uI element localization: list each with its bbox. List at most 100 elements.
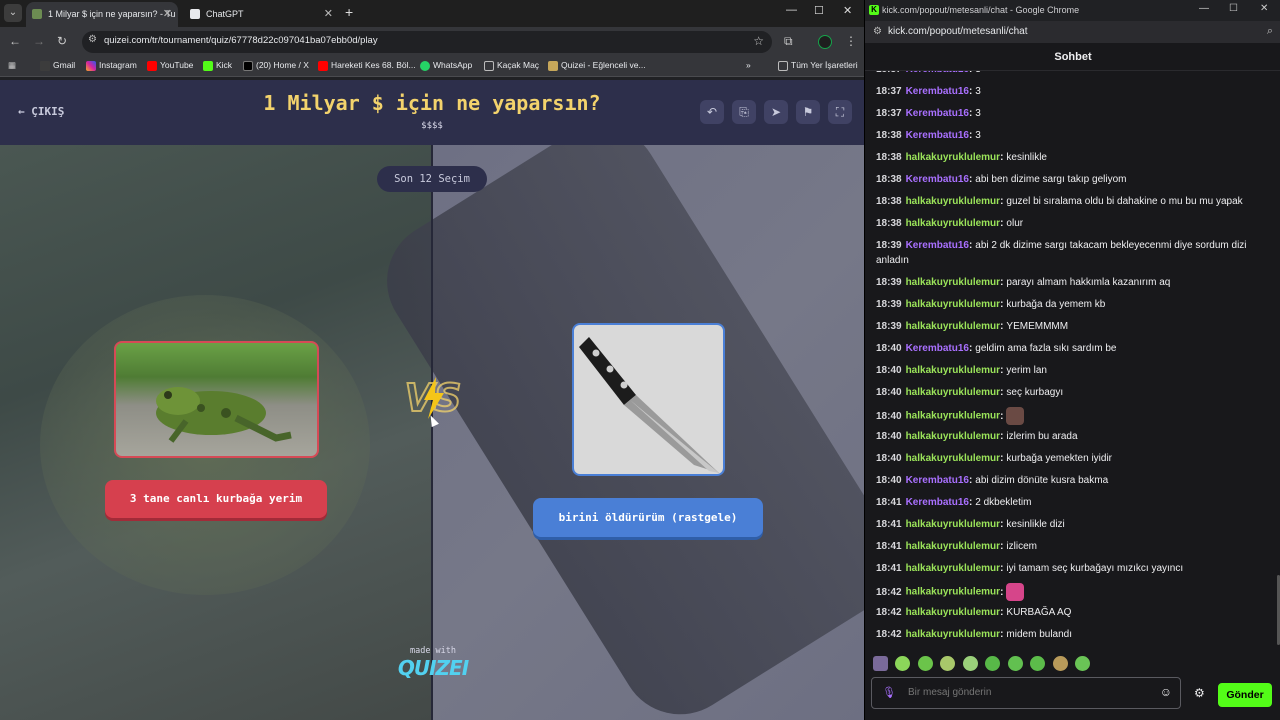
bookmark-all[interactable]: Tüm Yer İşaretleri: [778, 60, 858, 71]
message-username[interactable]: halkakuyruklulemur: [906, 218, 1000, 229]
message-username[interactable]: Kerembatu16: [906, 130, 969, 141]
site-info-icon[interactable]: ⚙: [873, 26, 882, 37]
emote-icon[interactable]: [1075, 656, 1091, 672]
emote-icon[interactable]: [940, 656, 956, 672]
bookmark-whatsapp[interactable]: WhatsApp: [420, 60, 472, 71]
reload-icon[interactable]: ↻: [57, 34, 67, 48]
message-username[interactable]: halkakuyruklulemur: [906, 563, 1000, 574]
bookmark-quizei[interactable]: Quizei - Eğlenceli ve...: [548, 60, 646, 71]
gear-icon[interactable]: ⚙: [1194, 686, 1205, 700]
menu-icon[interactable]: ⋮: [845, 34, 857, 48]
option-left-button[interactable]: 3 tane canlı kurbağa yerim: [105, 480, 327, 518]
emoji-icon[interactable]: ☺: [1160, 685, 1172, 699]
bookmarks-more-button[interactable]: »: [746, 60, 751, 70]
knife-image[interactable]: [572, 323, 725, 476]
message-separator: :: [1000, 321, 1004, 332]
fullscreen-icon[interactable]: ⛶: [828, 100, 852, 124]
bookmark-x[interactable]: (20) Home / X: [243, 60, 309, 71]
emote-icon[interactable]: [917, 656, 933, 672]
message-username[interactable]: Kerembatu16: [906, 108, 969, 119]
message-username[interactable]: halkakuyruklulemur: [906, 629, 1000, 640]
tab-quiz[interactable]: 1 Milyar $ için ne yaparsın? - Tu ✕: [26, 2, 178, 27]
message-text: olur: [1006, 218, 1024, 229]
apps-icon[interactable]: ▦: [8, 60, 16, 71]
message-username[interactable]: halkakuyruklulemur: [906, 411, 1000, 422]
close-tab-icon[interactable]: ✕: [324, 2, 333, 26]
message-username[interactable]: halkakuyruklulemur: [906, 519, 1000, 530]
send-icon[interactable]: ➤: [764, 100, 788, 124]
emote-icon[interactable]: [873, 656, 888, 672]
mic-icon[interactable]: 🎙: [882, 686, 896, 699]
message-timestamp: 18:38: [876, 174, 902, 185]
close-window-button[interactable]: ✕: [843, 4, 852, 17]
message-username[interactable]: halkakuyruklulemur: [906, 299, 1000, 310]
message-username[interactable]: halkakuyruklulemur: [906, 587, 1000, 598]
message-username[interactable]: Kerembatu16: [906, 174, 969, 185]
bookmark-kick[interactable]: Kick: [203, 60, 232, 71]
message-timestamp: 18:39: [876, 321, 902, 332]
bookmark-hareketi-kes[interactable]: Hareketi Kes 68. Böl...: [318, 60, 416, 71]
extensions-icon[interactable]: ⧉: [784, 34, 793, 49]
message-username[interactable]: halkakuyruklulemur: [906, 365, 1000, 376]
message-username[interactable]: halkakuyruklulemur: [906, 277, 1000, 288]
emote-icon[interactable]: [1007, 656, 1023, 672]
emote-icon[interactable]: [962, 656, 978, 672]
message-separator: :: [1000, 410, 1004, 422]
bookmark-gmail[interactable]: Gmail: [40, 60, 75, 71]
site-info-icon[interactable]: ⚙: [88, 34, 97, 45]
chat-message-input[interactable]: [908, 687, 1148, 698]
message-username[interactable]: Kerembatu16: [906, 343, 969, 354]
message-separator: :: [1000, 277, 1004, 288]
message-username[interactable]: halkakuyruklulemur: [906, 152, 1000, 163]
emote-icon[interactable]: [895, 656, 911, 672]
message-timestamp: 18:37: [876, 108, 902, 119]
maximize-button[interactable]: ☐: [814, 4, 824, 17]
close-tab-icon[interactable]: ✕: [163, 2, 172, 26]
new-tab-button[interactable]: +: [345, 4, 353, 20]
send-button[interactable]: Gönder: [1218, 683, 1272, 707]
minimize-button[interactable]: —: [1199, 3, 1209, 14]
message-username[interactable]: Kerembatu16: [906, 475, 969, 486]
message-username[interactable]: Kerembatu16: [906, 71, 969, 75]
emote-icon[interactable]: [1030, 656, 1046, 672]
message-username[interactable]: halkakuyruklulemur: [906, 196, 1000, 207]
message-username[interactable]: halkakuyruklulemur: [906, 321, 1000, 332]
message-text: midem bulandı: [1006, 629, 1072, 640]
bookmark-youtube[interactable]: YouTube: [147, 60, 193, 71]
undo-icon[interactable]: ↶: [700, 100, 724, 124]
message-username[interactable]: Kerembatu16: [906, 497, 969, 508]
address-bar[interactable]: ⚙ quizei.com/tr/tournament/quiz/67778d22…: [82, 31, 772, 53]
message-username[interactable]: halkakuyruklulemur: [906, 607, 1000, 618]
message-username[interactable]: halkakuyruklulemur: [906, 453, 1000, 464]
tab-search-icon[interactable]: ⌄: [4, 4, 22, 22]
quiz-page: ← ÇIKIŞ 1 Milyar $ için ne yaparsın? $$$…: [0, 80, 864, 720]
bookmark-kacak-mac[interactable]: Kaçak Maç: [484, 60, 539, 71]
quizei-logo[interactable]: QUIZEI: [392, 656, 474, 680]
share-icon[interactable]: ⎘: [732, 100, 756, 124]
message-username[interactable]: Kerembatu16: [906, 240, 969, 251]
folder-icon: [778, 61, 788, 71]
option-right-button[interactable]: birini öldürürüm (rastgele): [533, 498, 763, 537]
message-username[interactable]: Kerembatu16: [906, 86, 969, 97]
forward-icon[interactable]: →: [33, 34, 45, 48]
bookmark-instagram[interactable]: Instagram: [86, 60, 137, 71]
frog-image[interactable]: [114, 341, 319, 458]
close-window-button[interactable]: ✕: [1260, 3, 1268, 14]
chat-message: 18:40 halkakuyruklulemur: izlerim bu arada: [876, 429, 1268, 444]
chat-input-box[interactable]: 🎙 ☺: [871, 677, 1181, 709]
emote-icon[interactable]: [1052, 656, 1068, 672]
zoom-icon[interactable]: ⌕: [1267, 25, 1273, 38]
back-icon[interactable]: ←: [9, 34, 21, 48]
tab-chatgpt[interactable]: ChatGPT ✕: [184, 2, 339, 27]
message-timestamp: 18:40: [876, 387, 902, 398]
chat-message: 18:38 halkakuyruklulemur: olur: [876, 216, 1268, 231]
minimize-button[interactable]: —: [786, 4, 797, 16]
message-username[interactable]: halkakuyruklulemur: [906, 541, 1000, 552]
message-username[interactable]: halkakuyruklulemur: [906, 387, 1000, 398]
star-icon[interactable]: ☆: [753, 34, 764, 48]
emote-icon[interactable]: [985, 656, 1001, 672]
message-username[interactable]: halkakuyruklulemur: [906, 431, 1000, 442]
flag-icon[interactable]: ⚑: [796, 100, 820, 124]
profile-icon[interactable]: [818, 35, 832, 49]
maximize-button[interactable]: ☐: [1229, 3, 1238, 14]
